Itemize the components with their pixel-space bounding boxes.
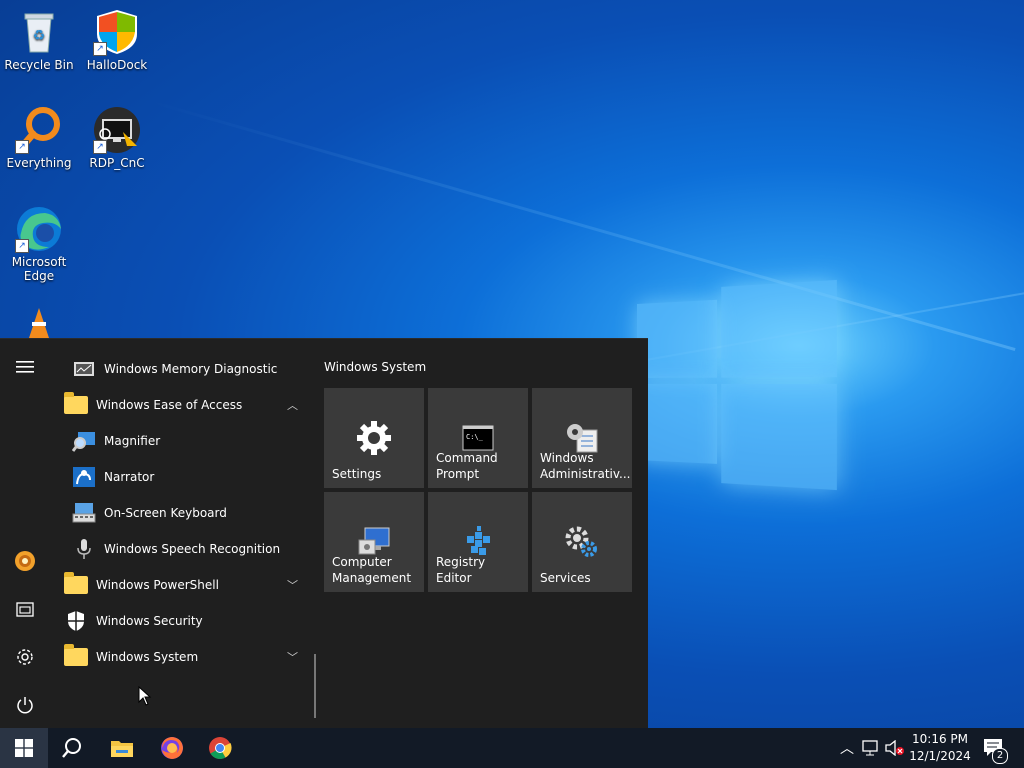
desktop-icon-label: Recycle Bin xyxy=(4,58,74,72)
desktop-icon-everything[interactable]: ↗ Everything xyxy=(1,106,77,170)
app-windows-security[interactable]: Windows Security xyxy=(50,603,312,639)
tile-windows-administrative-tools[interactable]: Windows Administrativ... xyxy=(532,388,632,488)
shortcut-arrow-icon: ↗ xyxy=(93,140,107,154)
app-label: Windows Security xyxy=(96,614,203,628)
folder-windows-system[interactable]: Windows System ﹀ xyxy=(50,639,312,675)
app-list-scrollbar[interactable] xyxy=(314,654,316,718)
shortcut-arrow-icon: ↗ xyxy=(15,239,29,253)
search-icon xyxy=(62,738,81,758)
settings-gear-icon[interactable] xyxy=(13,645,37,669)
taskbar-file-explorer[interactable] xyxy=(98,728,146,768)
volume-muted-icon[interactable] xyxy=(884,728,906,768)
memory-diagnostic-icon xyxy=(72,357,96,381)
chevron-down-icon: ﹀ xyxy=(287,651,298,664)
taskbar-firefox[interactable] xyxy=(148,728,196,768)
desktop-icon-label: Everything xyxy=(6,156,72,170)
tile-computer-management[interactable]: Computer Management xyxy=(324,492,424,592)
start-menu-rail xyxy=(0,339,50,729)
taskbar-chrome[interactable] xyxy=(196,728,244,768)
edge-icon: ↗ xyxy=(15,205,63,253)
app-on-screen-keyboard[interactable]: On-Screen Keyboard xyxy=(50,495,312,531)
chevron-up-icon: ︿ xyxy=(287,399,298,412)
network-icon[interactable] xyxy=(860,728,882,768)
services-icon xyxy=(562,522,602,562)
app-label: Windows PowerShell xyxy=(96,578,219,592)
mouse-cursor-icon xyxy=(138,685,152,709)
desktop-icon-edge[interactable]: ↗ Microsoft Edge xyxy=(1,205,77,283)
app-list: Windows Memory Diagnostic Windows Ease o… xyxy=(50,351,312,675)
app-label: Windows Speech Recognition xyxy=(104,542,281,556)
recycle-bin-icon: ♻ xyxy=(15,8,63,56)
action-center-button[interactable]: 2 xyxy=(978,728,1010,768)
folder-icon xyxy=(64,392,88,417)
app-label: Windows Memory Diagnostic xyxy=(104,362,278,376)
tile-label: Computer Management xyxy=(332,555,412,585)
svg-text:C:\_: C:\_ xyxy=(466,433,484,441)
gear-icon xyxy=(354,418,394,458)
shield-icon xyxy=(64,609,88,633)
file-explorer-icon xyxy=(111,741,133,757)
everything-search-icon: ↗ xyxy=(15,106,63,154)
shortcut-arrow-icon: ↗ xyxy=(15,140,29,154)
app-narrator[interactable]: Narrator xyxy=(50,459,312,495)
taskbar: ︿ 10:16 PM 12/1/2024 2 xyxy=(0,728,1024,768)
search-button[interactable] xyxy=(48,728,96,768)
folder-icon xyxy=(64,644,88,669)
vlc-icon xyxy=(15,304,63,338)
chevron-down-icon: ﹀ xyxy=(287,579,298,592)
app-label: Windows Ease of Access xyxy=(96,398,243,412)
magnifier-icon xyxy=(72,429,96,453)
tile-services[interactable]: Services xyxy=(532,492,632,592)
shortcut-arrow-icon: ↗ xyxy=(93,42,107,56)
start-button[interactable] xyxy=(0,728,48,768)
microphone-icon xyxy=(72,537,96,561)
hamburger-menu-icon[interactable] xyxy=(13,355,37,379)
tile-label: Registry Editor xyxy=(436,555,486,585)
notification-count-badge: 2 xyxy=(992,748,1008,764)
documents-icon[interactable] xyxy=(13,597,37,621)
app-magnifier[interactable]: Magnifier xyxy=(50,423,312,459)
svg-text:♻: ♻ xyxy=(33,28,46,44)
desktop-icon-label: RDP_CnC xyxy=(89,156,145,170)
folder-windows-ease-of-access[interactable]: Windows Ease of Access ︿ xyxy=(50,387,312,423)
app-label: Narrator xyxy=(104,470,155,484)
desktop-icon-label: Microsoft Edge xyxy=(11,255,67,283)
folder-windows-powershell[interactable]: Windows PowerShell ﹀ xyxy=(50,567,312,603)
tile-label: Windows Administrativ... xyxy=(540,451,631,481)
desktop-icon-recycle-bin[interactable]: ♻ Recycle Bin xyxy=(1,8,77,72)
power-icon[interactable] xyxy=(13,693,37,717)
desktop-icon-label: HalloDock xyxy=(86,58,148,72)
clock-time: 10:16 PM xyxy=(912,732,968,746)
desktop-icon-hallodock[interactable]: ↗ HalloDock xyxy=(79,8,155,72)
chrome-icon xyxy=(209,737,232,759)
app-label: Windows System xyxy=(96,650,199,664)
show-hidden-icons-chevron-up-icon[interactable]: ︿ xyxy=(838,728,856,768)
user-account-icon[interactable] xyxy=(13,549,37,573)
hallodock-icon: ↗ xyxy=(93,8,141,56)
start-menu: Windows Memory Diagnostic Windows Ease o… xyxy=(0,338,648,729)
windows-logo-wallpaper xyxy=(637,278,837,493)
firefox-icon xyxy=(161,737,183,759)
clock-date: 12/1/2024 xyxy=(909,749,971,763)
tile-command-prompt[interactable]: C:\_ Command Prompt xyxy=(428,388,528,488)
tile-registry-editor[interactable]: Registry Editor xyxy=(428,492,528,592)
folder-icon xyxy=(64,572,88,597)
keyboard-icon xyxy=(72,501,96,525)
desktop-icon-rdp-cnc[interactable]: ↗ RDP_CnC xyxy=(79,106,155,170)
narrator-icon xyxy=(72,465,96,489)
app-label: Magnifier xyxy=(104,434,161,448)
tile-label: Settings xyxy=(332,467,382,481)
app-label: On-Screen Keyboard xyxy=(104,506,227,520)
tile-group-title: Windows System xyxy=(324,360,427,374)
app-windows-memory-diagnostic[interactable]: Windows Memory Diagnostic xyxy=(50,351,312,387)
rdp-icon: ↗ xyxy=(93,106,141,154)
tile-label: Services xyxy=(540,571,591,585)
tile-label: Command Prompt xyxy=(436,451,498,481)
app-windows-speech-recognition[interactable]: Windows Speech Recognition xyxy=(50,531,312,567)
tile-settings[interactable]: Settings xyxy=(324,388,424,488)
taskbar-clock[interactable]: 10:16 PM 12/1/2024 xyxy=(905,731,975,765)
desktop-icon-vlc[interactable] xyxy=(1,304,77,338)
windows-start-icon xyxy=(15,739,33,757)
